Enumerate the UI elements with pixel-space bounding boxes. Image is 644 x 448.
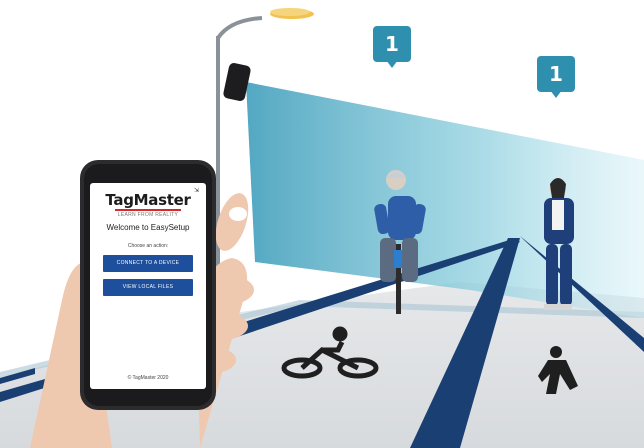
cyclist-count-badge: 1 xyxy=(373,26,411,70)
action-prompt: Choose an action: xyxy=(127,243,169,249)
pedestrian-count-value: 1 xyxy=(549,62,563,86)
app-screen: ⇲ TagMaster LEARN FROM REALITY Welcome t… xyxy=(90,183,206,389)
cyclist-count-value: 1 xyxy=(385,32,399,56)
illustration-scene: 1 1 ⇲ TagMaster LEARN FROM REALITY Welco… xyxy=(0,0,644,448)
pedestrian-count-badge: 1 xyxy=(537,56,575,100)
connect-device-button[interactable]: CONNECT TO A DEVICE xyxy=(103,255,193,272)
brand-underline xyxy=(115,209,181,211)
view-local-files-button[interactable]: VIEW LOCAL FILES xyxy=(103,279,193,296)
welcome-title: Welcome to EasySetup xyxy=(106,223,190,232)
brand-logo: TagMaster xyxy=(105,191,191,209)
copyright-footer: © TagMaster 2020 xyxy=(127,375,169,381)
brand-tagline: LEARN FROM REALITY xyxy=(117,212,179,218)
detection-beam xyxy=(246,82,644,318)
